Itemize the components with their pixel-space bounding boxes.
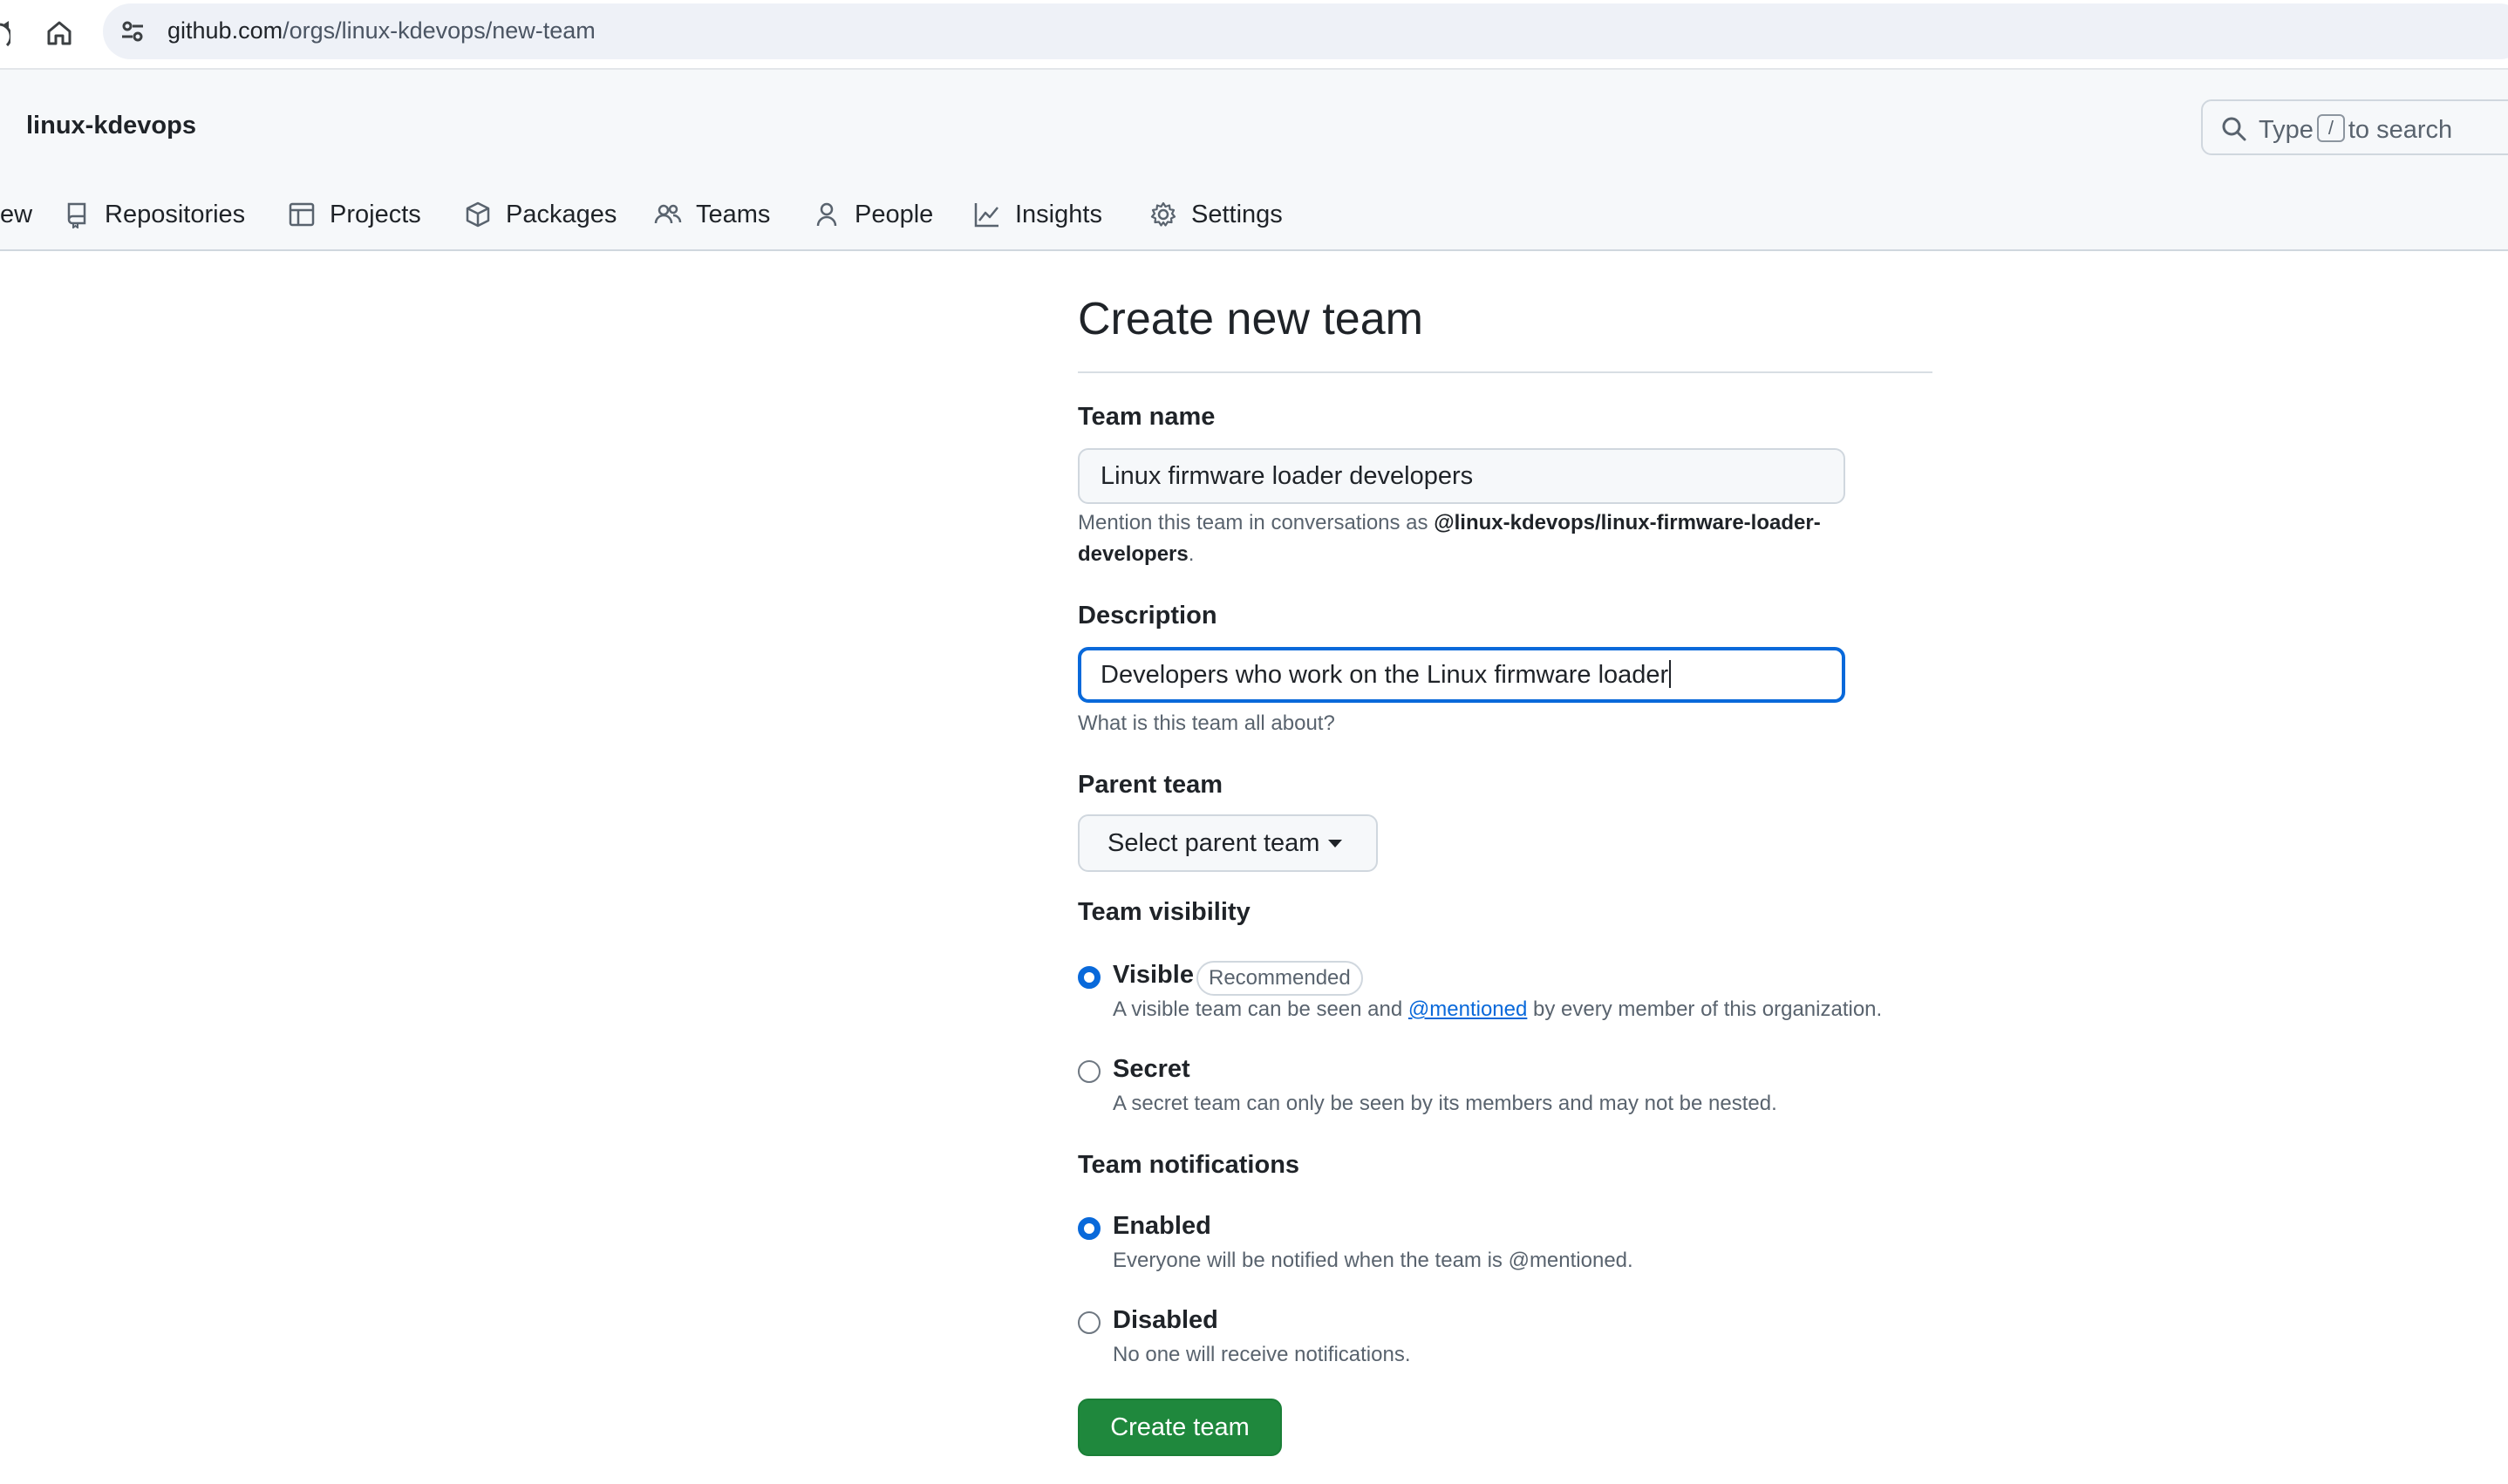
org-name[interactable]: linux-kdevops [26, 112, 196, 140]
text-caret [1669, 660, 1672, 689]
tab-insights[interactable]: Insights [973, 188, 1102, 241]
graph-icon [974, 203, 998, 228]
tab-overview[interactable]: ew [0, 188, 32, 241]
description-input[interactable]: Developers who work on the Linux firmwar… [1078, 647, 1845, 703]
team-name-label: Team name [1078, 403, 1216, 431]
person-icon [816, 202, 837, 227]
site-settings-icon[interactable] [119, 17, 147, 45]
new-team-form: Create new team Team name Linux firmware… [1078, 288, 1932, 1456]
tab-teams[interactable]: Teams [654, 188, 770, 241]
description-label: Description [1078, 602, 1217, 630]
notifications-enabled-desc: Everyone will be notified when the team … [1113, 1249, 1633, 1272]
address-bar[interactable]: github.com/orgs/linux-kdevops/new-team [103, 3, 2508, 59]
gear-icon [1150, 201, 1176, 227]
reload-icon[interactable] [0, 19, 10, 51]
url-text: github.com/orgs/linux-kdevops/new-team [167, 17, 596, 44]
mentioned-link[interactable]: @mentioned [1408, 997, 1527, 1021]
notifications-disabled-desc: No one will receive notifications. [1113, 1343, 1411, 1366]
parent-team-label: Parent team [1078, 771, 1223, 799]
search-input[interactable]: Type / to search [2201, 99, 2508, 155]
tab-people[interactable]: People [813, 188, 933, 241]
search-placeholder: Type / to search [2259, 114, 2453, 144]
create-team-button[interactable]: Create team [1078, 1399, 1282, 1456]
team-visibility-label: Team visibility [1078, 898, 1251, 926]
chevron-down-icon [1328, 839, 1343, 848]
visibility-secret-desc: A secret team can only be seen by its me… [1113, 1092, 1777, 1115]
team-name-input[interactable]: Linux firmware loader developers [1078, 448, 1845, 504]
visibility-visible-title[interactable]: Visible [1113, 961, 1194, 990]
table-icon [289, 202, 315, 227]
repo-icon [67, 202, 86, 228]
tab-settings[interactable]: Settings [1149, 188, 1283, 241]
browser-toolbar: github.com/orgs/linux-kdevops/new-team [0, 0, 2508, 70]
home-icon[interactable] [42, 16, 77, 51]
notifications-enabled-radio[interactable] [1078, 1217, 1101, 1240]
visibility-secret-radio[interactable] [1078, 1060, 1101, 1083]
notifications-disabled-radio[interactable] [1078, 1311, 1101, 1334]
tab-projects[interactable]: Projects [288, 188, 421, 241]
notifications-enabled-title[interactable]: Enabled [1113, 1212, 1211, 1241]
visibility-secret-title[interactable]: Secret [1113, 1055, 1190, 1084]
mention-hint: Mention this team in conversations as @l… [1078, 511, 1821, 566]
search-icon [2222, 117, 2246, 141]
notifications-disabled-title[interactable]: Disabled [1113, 1306, 1218, 1335]
search-shortcut-key: / [2316, 114, 2345, 143]
visibility-visible-desc: A visible team can be seen and @mentione… [1113, 997, 1883, 1021]
tab-packages[interactable]: Packages [464, 188, 617, 241]
page-title: Create new team [1078, 288, 1932, 373]
description-hint: What is this team all about? [1078, 711, 1335, 735]
package-icon [466, 201, 490, 228]
recommended-badge: Recommended [1196, 961, 1363, 996]
team-notifications-label: Team notifications [1078, 1151, 1300, 1179]
visibility-visible-radio[interactable] [1078, 966, 1101, 989]
select-parent-team-button[interactable]: Select parent team [1078, 814, 1378, 872]
org-header: linux-kdevops Type / to search ew Reposito… [0, 70, 2508, 251]
people-icon [654, 204, 682, 224]
tab-repositories[interactable]: Repositories [63, 188, 245, 241]
